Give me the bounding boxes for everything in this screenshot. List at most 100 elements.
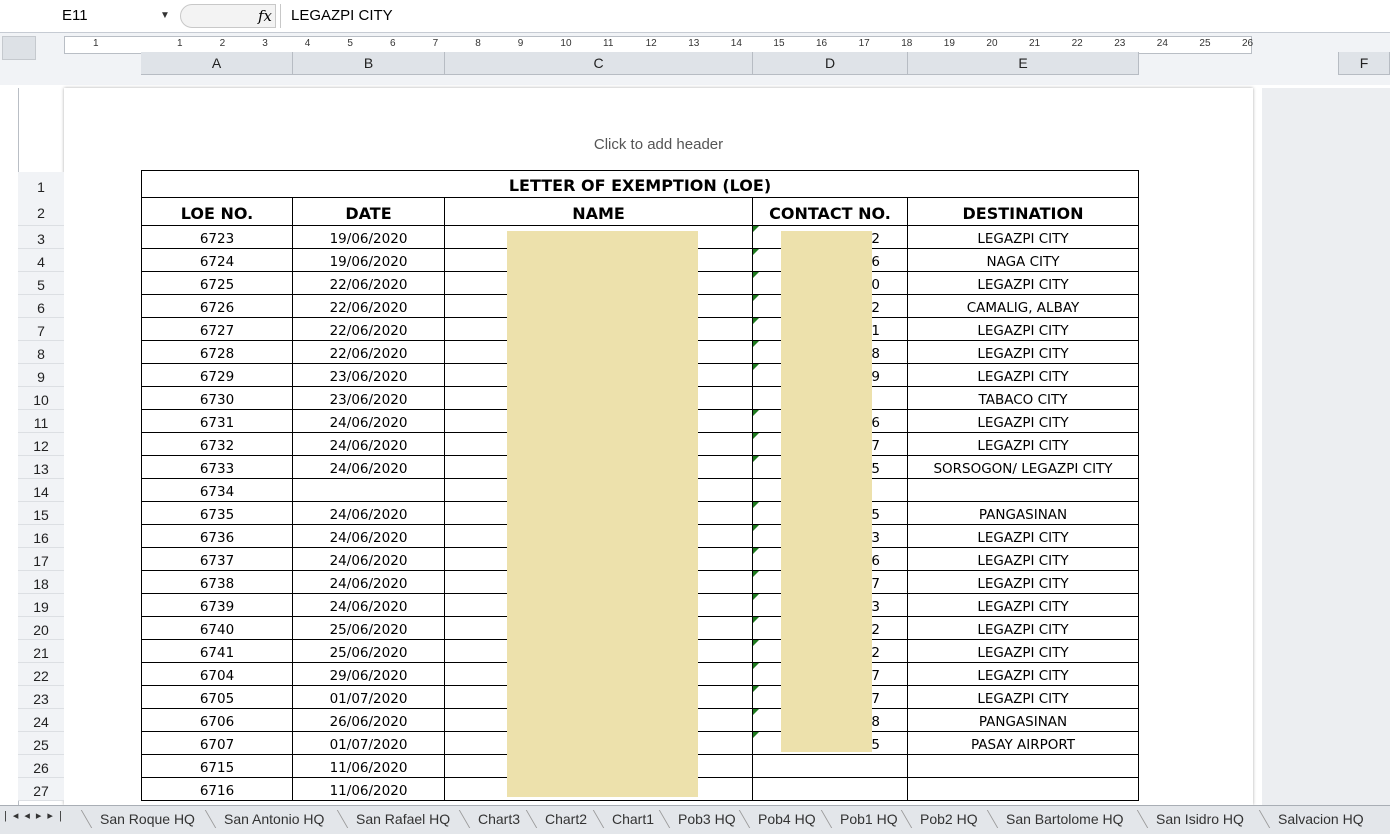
table-cell[interactable]: 25/06/2020 — [293, 640, 445, 663]
table-cell[interactable]: 6728 — [141, 341, 293, 364]
table-cell[interactable]: LEGAZPI CITY — [908, 410, 1139, 433]
table-cell[interactable]: 25/06/2020 — [293, 617, 445, 640]
table-cell[interactable]: 6739 — [141, 594, 293, 617]
table-cell[interactable]: 6705 — [141, 686, 293, 709]
row-header-4[interactable]: 4 — [18, 249, 64, 272]
row-header-1[interactable]: 1 — [18, 172, 64, 199]
table-cell[interactable]: 6706 — [141, 709, 293, 732]
table-cell[interactable] — [753, 778, 908, 801]
table-cell[interactable]: LEGAZPI CITY — [908, 272, 1139, 295]
column-header-B[interactable]: B — [293, 52, 445, 75]
row-header-21[interactable]: 21 — [18, 640, 64, 663]
table-cell[interactable]: 6729 — [141, 364, 293, 387]
name-box-dropdown-icon[interactable]: ▼ — [160, 4, 170, 28]
table-cell[interactable]: 19/06/2020 — [293, 226, 445, 249]
sheet-tab[interactable]: San Isidro HQ — [1150, 808, 1250, 830]
table-cell[interactable]: PASAY AIRPORT — [908, 732, 1139, 755]
sheet-tab[interactable]: San Roque HQ — [94, 808, 201, 830]
table-cell[interactable]: 6740 — [141, 617, 293, 640]
sheet-tab[interactable]: Chart3 — [472, 808, 526, 830]
row-header-10[interactable]: 10 — [18, 387, 64, 410]
table-cell[interactable]: 6726 — [141, 295, 293, 318]
row-header-19[interactable]: 19 — [18, 594, 64, 617]
table-cell[interactable]: 24/06/2020 — [293, 456, 445, 479]
row-header-18[interactable]: 18 — [18, 571, 64, 594]
table-cell[interactable]: LEGAZPI CITY — [908, 318, 1139, 341]
sheet-tab[interactable]: Pob3 HQ — [672, 808, 742, 830]
row-header-22[interactable]: 22 — [18, 663, 64, 686]
column-header-D[interactable]: D — [753, 52, 908, 75]
sheet-tab[interactable]: Pob1 HQ — [834, 808, 904, 830]
row-header-27[interactable]: 27 — [18, 778, 64, 801]
table-cell[interactable]: PANGASINAN — [908, 502, 1139, 525]
row-header-12[interactable]: 12 — [18, 433, 64, 456]
column-header-C[interactable]: C — [445, 52, 753, 75]
table-cell[interactable]: 6707 — [141, 732, 293, 755]
table-cell[interactable]: 24/06/2020 — [293, 594, 445, 617]
row-header-26[interactable]: 26 — [18, 755, 64, 778]
row-header-7[interactable]: 7 — [18, 318, 64, 341]
table-cell[interactable]: 6723 — [141, 226, 293, 249]
row-header-9[interactable]: 9 — [18, 364, 64, 387]
row-header-11[interactable]: 11 — [18, 410, 64, 433]
table-cell[interactable] — [908, 778, 1139, 801]
table-cell[interactable]: 11/06/2020 — [293, 755, 445, 778]
table-cell[interactable]: 24/06/2020 — [293, 571, 445, 594]
table-cell[interactable]: 6732 — [141, 433, 293, 456]
row-header-17[interactable]: 17 — [18, 548, 64, 571]
row-header-24[interactable]: 24 — [18, 709, 64, 732]
table-cell[interactable]: 24/06/2020 — [293, 433, 445, 456]
formula-input[interactable]: LEGAZPI CITY — [280, 4, 1390, 28]
table-cell[interactable]: 22/06/2020 — [293, 272, 445, 295]
table-cell[interactable]: 6741 — [141, 640, 293, 663]
table-cell[interactable]: LEGAZPI CITY — [908, 226, 1139, 249]
row-header-13[interactable]: 13 — [18, 456, 64, 479]
table-cell[interactable]: 23/06/2020 — [293, 387, 445, 410]
table-cell[interactable]: 6734 — [141, 479, 293, 502]
table-cell[interactable]: 6725 — [141, 272, 293, 295]
table-cell[interactable]: 6737 — [141, 548, 293, 571]
table-cell[interactable]: 6716 — [141, 778, 293, 801]
row-header-16[interactable]: 16 — [18, 525, 64, 548]
table-cell[interactable]: 19/06/2020 — [293, 249, 445, 272]
sheet-tab[interactable]: Chart2 — [539, 808, 593, 830]
row-header-8[interactable]: 8 — [18, 341, 64, 364]
table-cell[interactable]: 01/07/2020 — [293, 732, 445, 755]
table-cell[interactable]: 24/06/2020 — [293, 525, 445, 548]
table-cell[interactable] — [908, 755, 1139, 778]
table-cell[interactable]: 6731 — [141, 410, 293, 433]
table-cell[interactable]: LEGAZPI CITY — [908, 571, 1139, 594]
sheet-tab[interactable]: San Bartolome HQ — [1000, 808, 1130, 830]
sheet-tab[interactable]: Pob4 HQ — [752, 808, 822, 830]
column-header-F[interactable]: F — [1338, 52, 1390, 75]
table-cell[interactable] — [908, 479, 1139, 502]
table-cell[interactable]: SORSOGON/ LEGAZPI CITY — [908, 456, 1139, 479]
table-cell[interactable]: LEGAZPI CITY — [908, 640, 1139, 663]
table-cell[interactable]: 11/06/2020 — [293, 778, 445, 801]
sheet-tab[interactable]: San Antonio HQ — [218, 808, 330, 830]
table-cell[interactable]: 6715 — [141, 755, 293, 778]
table-cell[interactable]: 22/06/2020 — [293, 341, 445, 364]
name-box[interactable]: E11 — [0, 4, 178, 28]
table-cell[interactable]: LEGAZPI CITY — [908, 617, 1139, 640]
table-cell[interactable]: PANGASINAN — [908, 709, 1139, 732]
table-cell[interactable]: LEGAZPI CITY — [908, 686, 1139, 709]
table-cell[interactable]: 22/06/2020 — [293, 295, 445, 318]
row-header-5[interactable]: 5 — [18, 272, 64, 295]
table-cell[interactable]: LEGAZPI CITY — [908, 433, 1139, 456]
table-cell[interactable]: 01/07/2020 — [293, 686, 445, 709]
row-header-25[interactable]: 25 — [18, 732, 64, 755]
row-header-20[interactable]: 20 — [18, 617, 64, 640]
add-header-placeholder[interactable]: Click to add header — [64, 136, 1253, 153]
table-cell[interactable]: 22/06/2020 — [293, 318, 445, 341]
table-cell[interactable]: 26/06/2020 — [293, 709, 445, 732]
table-cell[interactable] — [293, 479, 445, 502]
table-cell[interactable]: 24/06/2020 — [293, 502, 445, 525]
row-header-23[interactable]: 23 — [18, 686, 64, 709]
row-header-15[interactable]: 15 — [18, 502, 64, 525]
table-cell[interactable]: 24/06/2020 — [293, 548, 445, 571]
table-cell[interactable]: TABACO CITY — [908, 387, 1139, 410]
sheet-tab[interactable]: San Rafael HQ — [350, 808, 456, 830]
sheet-tab[interactable]: Chart1 — [606, 808, 660, 830]
column-header-A[interactable]: A — [141, 52, 293, 75]
